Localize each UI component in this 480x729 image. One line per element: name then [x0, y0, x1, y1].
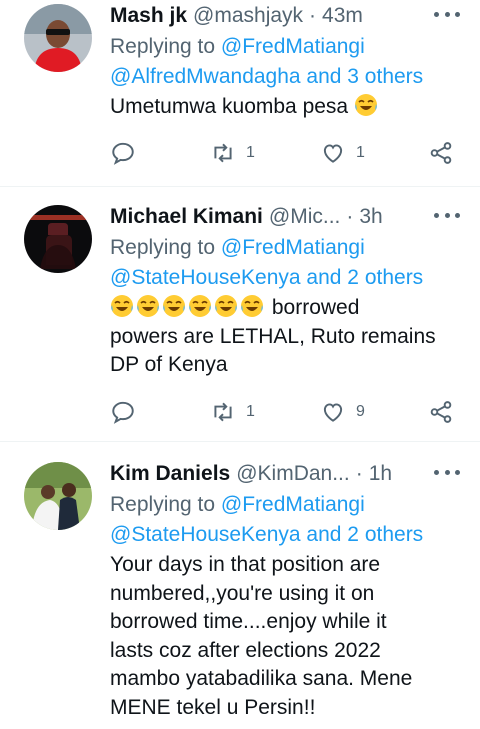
mention-link[interactable]: @AlfredMwandagha and 3 others [110, 65, 423, 88]
tweet-2[interactable]: Michael Kimani @Mic... · 3h Replying to … [0, 187, 480, 442]
mention-link[interactable]: @StateHouseKenya and 2 others [110, 266, 423, 289]
replying-to: Replying to @FredMatiangi @StateHouseKen… [110, 236, 424, 289]
avatar[interactable] [24, 205, 92, 273]
share-icon [430, 142, 452, 164]
mention-link[interactable]: @FredMatiangi [221, 236, 365, 259]
heart-icon [323, 144, 343, 163]
timestamp[interactable]: 1h [369, 460, 392, 488]
user-handle[interactable]: @mashjayk [193, 2, 303, 30]
display-name[interactable]: Mash jk [110, 2, 187, 30]
like-count: 9 [356, 403, 365, 420]
tweet-1[interactable]: Mash jk @mashjayk · 43m Replying to @Fre… [0, 0, 480, 187]
replying-to: Replying to @FredMatiangi @AlfredMwandag… [110, 35, 424, 88]
reply-button[interactable] [110, 138, 136, 168]
reply-button[interactable] [110, 397, 136, 427]
tweet-text: Umetumwa kuomba pesa [110, 93, 466, 122]
share-button[interactable] [428, 138, 454, 168]
more-options-icon[interactable] [434, 4, 460, 24]
tweet-3[interactable]: Kim Daniels @KimDan... · 1h Replying to … [0, 442, 480, 729]
share-icon [430, 401, 452, 423]
retweet-icon [214, 402, 232, 422]
reply-icon [112, 401, 134, 424]
share-button[interactable] [428, 397, 454, 427]
laughing-emoji-icon [241, 295, 263, 317]
reply-icon [112, 142, 134, 165]
tweet-text: Your days in that position are numbered,… [110, 553, 413, 719]
heart-icon [323, 403, 343, 422]
display-name[interactable]: Michael Kimani [110, 203, 263, 231]
laughing-emoji-icon [215, 295, 237, 317]
tweet-header: Michael Kimani @Mic... · 3h [110, 203, 466, 231]
more-options-icon[interactable] [434, 205, 460, 225]
mention-link[interactable]: @StateHouseKenya and 2 others [110, 523, 423, 546]
retweet-count: 1 [246, 403, 255, 420]
avatar[interactable] [24, 462, 92, 530]
laughing-emoji-icon [189, 295, 211, 317]
tweet-header: Mash jk @mashjayk · 43m [110, 2, 466, 30]
mention-link[interactable]: @FredMatiangi [221, 35, 365, 58]
like-button[interactable]: 9 [320, 397, 365, 427]
tweet-header: Kim Daniels @KimDan... · 1h [110, 460, 466, 488]
more-options-icon[interactable] [434, 462, 460, 482]
retweet-icon [214, 143, 232, 163]
tweet-text: borrowed powers are LETHAL, Ruto remains… [110, 295, 436, 376]
timestamp[interactable]: 43m [322, 2, 363, 30]
user-handle[interactable]: @Mic... [269, 203, 340, 231]
display-name[interactable]: Kim Daniels [110, 460, 230, 488]
laughing-emoji-icon [137, 295, 159, 317]
avatar[interactable] [24, 4, 92, 72]
retweet-button[interactable]: 1 [210, 397, 255, 427]
user-handle[interactable]: @KimDan... [236, 460, 350, 488]
replying-to: Replying to @FredMatiangi @StateHouseKen… [110, 493, 424, 546]
laughing-emoji-icon [111, 295, 133, 317]
retweet-button[interactable]: 1 [210, 138, 255, 168]
laughing-emoji-icon [354, 94, 377, 116]
laughing-emoji-icon [163, 295, 185, 317]
mention-link[interactable]: @FredMatiangi [221, 493, 365, 516]
retweet-count: 1 [246, 144, 255, 161]
like-count: 1 [356, 144, 365, 161]
timestamp[interactable]: 3h [359, 203, 382, 231]
like-button[interactable]: 1 [320, 138, 365, 168]
